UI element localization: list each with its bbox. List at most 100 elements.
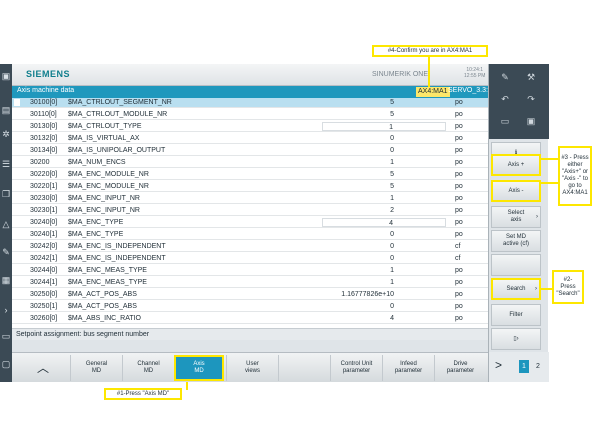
annotation-2: #2- Press "Search" bbox=[552, 270, 584, 304]
table-row[interactable]: 30110[0] $MA_CTRLOUT_MODULE_NR 5 po bbox=[12, 110, 488, 120]
md-value: 5 bbox=[390, 171, 394, 178]
md-name: $MA_ENC_MEAS_TYPE bbox=[68, 279, 147, 286]
arrow-icon[interactable]: › bbox=[0, 300, 12, 320]
md-value-field[interactable]: 4 bbox=[322, 218, 446, 227]
set-md-active-softkey[interactable]: Set MD active (cf) bbox=[491, 230, 541, 252]
document-icon[interactable]: ▤ bbox=[0, 100, 12, 120]
md-value-field[interactable]: 0 bbox=[322, 254, 446, 263]
md-name: $MA_ENC_MODULE_NR bbox=[68, 171, 149, 178]
table-row[interactable]: 30230[0] $MA_ENC_INPUT_NR 1 po bbox=[12, 194, 488, 204]
select-axis-softkey[interactable]: Select axis › bbox=[491, 206, 541, 228]
table-row[interactable]: 30240[1] $MA_ENC_TYPE 0 po bbox=[12, 230, 488, 240]
md-activation: po bbox=[455, 99, 463, 106]
infeed-softkey[interactable]: Infeed parameter bbox=[382, 355, 434, 381]
warning-icon[interactable]: △ bbox=[0, 214, 12, 234]
undo-icon[interactable]: ↶ bbox=[495, 90, 515, 108]
table-row[interactable]: 30250[0] $MA_ACT_POS_ABS 1.16777826e+10 po bbox=[12, 290, 488, 300]
table-row[interactable]: 30260[0] $MA_ABS_INC_RATIO 4 po bbox=[12, 314, 488, 324]
window-icon[interactable]: ▭ bbox=[0, 326, 12, 346]
control-unit-softkey[interactable]: Control Unit parameter bbox=[330, 355, 382, 381]
page-1-button[interactable]: 1 bbox=[519, 360, 529, 373]
md-name: $MA_ENC_TYPE bbox=[68, 219, 124, 226]
md-number: 30250[1] bbox=[30, 303, 58, 310]
filter-softkey[interactable]: Filter bbox=[491, 304, 541, 326]
md-name: $MA_CTRLOUT_SEGMENT_NR bbox=[68, 99, 172, 106]
md-value: 4 bbox=[389, 220, 393, 227]
machine-icon[interactable]: ▣ bbox=[0, 66, 12, 86]
md-activation: po bbox=[455, 183, 463, 190]
md-value-field[interactable]: 1 bbox=[322, 278, 446, 287]
calc-icon[interactable]: ▦ bbox=[0, 270, 12, 290]
table-row[interactable]: 30220[1] $MA_ENC_MODULE_NR 5 po bbox=[12, 182, 488, 192]
table-row[interactable]: 30242[0] $MA_ENC_IS_INDEPENDENT 0 cf bbox=[12, 242, 488, 252]
table-row[interactable]: 30244[1] $MA_ENC_MEAS_TYPE 1 po bbox=[12, 278, 488, 288]
md-value-field[interactable]: 5 bbox=[322, 170, 446, 179]
tool-icon[interactable]: ⚒ bbox=[521, 68, 541, 86]
wrench-icon[interactable]: ✎ bbox=[0, 242, 12, 262]
table-row[interactable]: 30230[1] $MA_ENC_INPUT_NR 2 po bbox=[12, 206, 488, 216]
display-icon[interactable]: ▣ bbox=[521, 112, 541, 130]
md-value-field[interactable]: 1 bbox=[322, 122, 446, 131]
overflow-icon: ▯› bbox=[513, 335, 519, 342]
annotation-4: #4-Confirm you are in AX4:MA1 bbox=[372, 45, 488, 57]
md-activation: po bbox=[455, 159, 463, 166]
wrench-icon[interactable]: ✎ bbox=[495, 68, 515, 86]
empty-vsoftkey-1[interactable] bbox=[491, 254, 541, 276]
md-number: 30220[1] bbox=[30, 183, 58, 190]
md-value-field[interactable]: 1 bbox=[322, 266, 446, 275]
md-activation: po bbox=[455, 123, 463, 130]
axis-minus-softkey[interactable]: Axis - bbox=[491, 180, 541, 202]
axis-md-softkey[interactable]: Axis MD bbox=[174, 355, 224, 381]
md-activation: po bbox=[455, 171, 463, 178]
md-value-field[interactable]: 1 bbox=[322, 194, 446, 203]
chevron-right-icon[interactable]: > bbox=[495, 358, 502, 372]
drive-parameter-softkey[interactable]: Drive parameter bbox=[434, 355, 486, 381]
table-row[interactable]: 30240[0] $MA_ENC_TYPE 4 po bbox=[12, 218, 488, 228]
redo-icon[interactable]: ↷ bbox=[521, 90, 541, 108]
table-row[interactable]: 30200 $MA_NUM_ENCS 1 po bbox=[12, 158, 488, 168]
copy-icon[interactable]: ❐ bbox=[0, 184, 12, 204]
md-number: 30260[0] bbox=[30, 315, 58, 322]
empty-softkey-1[interactable] bbox=[278, 355, 330, 381]
chevron-right-icon: › bbox=[536, 213, 538, 220]
md-value-field[interactable]: 5 bbox=[322, 98, 446, 107]
channel-md-softkey[interactable]: Channel MD bbox=[122, 355, 174, 381]
up-arrow-button[interactable]: ︿ bbox=[20, 355, 66, 381]
list-icon[interactable]: ☰ bbox=[0, 154, 12, 174]
table-row[interactable]: 30130[0] $MA_CTRLOUT_TYPE 1 po bbox=[12, 122, 488, 132]
md-value-field[interactable]: 0 bbox=[322, 302, 446, 311]
user-views-softkey[interactable]: User views bbox=[226, 355, 278, 381]
table-row[interactable]: 30132[0] $MA_IS_VIRTUAL_AX 0 po bbox=[12, 134, 488, 144]
md-value-field[interactable]: 0 bbox=[322, 134, 446, 143]
md-value: 0 bbox=[390, 303, 394, 310]
search-softkey[interactable]: Search › bbox=[491, 278, 541, 300]
md-value-field[interactable]: 5 bbox=[322, 110, 446, 119]
md-value-field[interactable]: 0 bbox=[322, 146, 446, 155]
md-value-field[interactable]: 5 bbox=[322, 182, 446, 191]
keyboard-icon[interactable]: ▭ bbox=[495, 112, 515, 130]
md-value-field[interactable]: 0 bbox=[322, 230, 446, 239]
md-number: 30200 bbox=[30, 159, 50, 166]
brand-logo: SIEMENS bbox=[26, 69, 71, 79]
gear-icon[interactable]: ✲ bbox=[0, 124, 12, 144]
md-number: 30130[0] bbox=[30, 123, 58, 130]
axis-plus-softkey[interactable]: Axis + bbox=[491, 154, 541, 176]
table-row[interactable]: 30242[1] $MA_ENC_IS_INDEPENDENT 0 cf bbox=[12, 254, 488, 264]
monitor-icon[interactable]: ▢ bbox=[0, 354, 12, 374]
clock: 10:24:1 12:55 PM bbox=[464, 67, 486, 79]
md-value: 1 bbox=[390, 279, 394, 286]
general-md-softkey[interactable]: General MD bbox=[70, 355, 122, 381]
md-value-field[interactable]: 0 bbox=[322, 242, 446, 251]
table-row[interactable]: 30250[1] $MA_ACT_POS_ABS 0 po bbox=[12, 302, 488, 312]
table-row[interactable]: 30244[0] $MA_ENC_MEAS_TYPE 1 po bbox=[12, 266, 488, 276]
md-value-field[interactable]: 1.16777826e+10 bbox=[322, 290, 446, 299]
table-row[interactable]: 30220[0] $MA_ENC_MODULE_NR 5 po bbox=[12, 170, 488, 180]
md-value-field[interactable]: 2 bbox=[322, 206, 446, 215]
page-2-button[interactable]: 2 bbox=[533, 360, 543, 373]
table-row[interactable]: 30134[0] $MA_IS_UNIPOLAR_OUTPUT 0 po bbox=[12, 146, 488, 156]
md-value-field[interactable]: 4 bbox=[322, 314, 446, 323]
more-softkey[interactable]: ▯› bbox=[491, 328, 541, 350]
md-name: $MA_ENC_IS_INDEPENDENT bbox=[68, 243, 166, 250]
md-value-field[interactable]: 1 bbox=[322, 158, 446, 167]
table-row[interactable]: 30100[0] $MA_CTRLOUT_SEGMENT_NR 5 po bbox=[12, 98, 488, 108]
